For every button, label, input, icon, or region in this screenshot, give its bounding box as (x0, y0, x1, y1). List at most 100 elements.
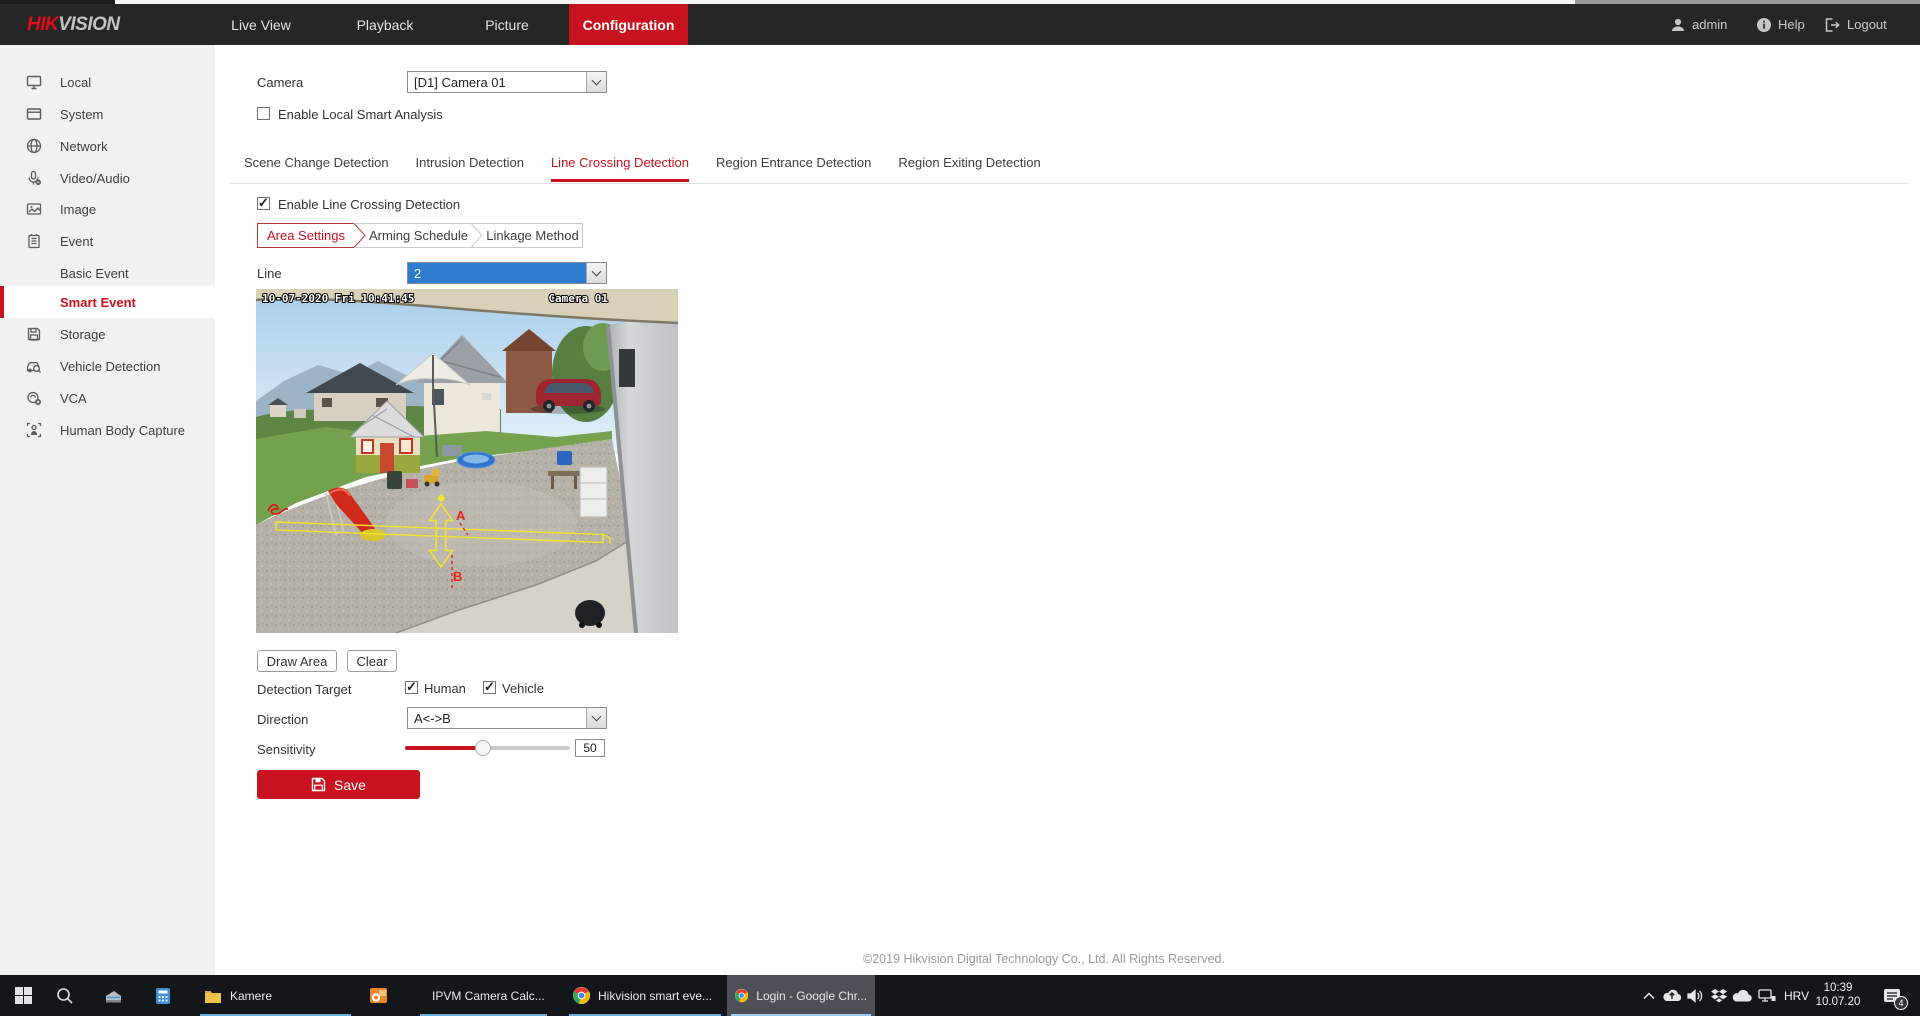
sidebar-item-basic-event[interactable]: Basic Event (0, 257, 215, 289)
nav-picture[interactable]: Picture (476, 4, 538, 45)
line-select[interactable]: 2 (407, 262, 607, 284)
sidebar-item-video-audio[interactable]: Video/Audio (0, 162, 215, 194)
label-a: A (456, 508, 466, 523)
line-label: Line (257, 266, 282, 281)
sidebar-item-storage[interactable]: Storage (0, 318, 215, 350)
nav-picture-label: Picture (485, 17, 529, 33)
sidebar-item-label: Image (60, 202, 96, 217)
outlook-app-button[interactable] (363, 975, 393, 1016)
detection-tabs: Scene Change Detection Intrusion Detecti… (244, 155, 1041, 182)
nav-configuration-label: Configuration (583, 17, 675, 33)
sidebar-item-event[interactable]: Event (0, 225, 215, 257)
vehicle-checkbox[interactable] (483, 681, 496, 694)
nav-live-view-label: Live View (231, 17, 291, 33)
tab-scene-change-detection[interactable]: Scene Change Detection (244, 155, 389, 182)
tab-intrusion-detection[interactable]: Intrusion Detection (416, 155, 524, 182)
label-b: B (453, 569, 462, 584)
sidebar-item-label: VCA (60, 391, 87, 406)
enable-line-crossing-checkbox[interactable] (257, 197, 270, 210)
picture-icon (26, 201, 42, 217)
hikvision-logo: HIKVISION (27, 4, 120, 45)
taskbar-window-label: Login - Google Chr... (756, 989, 867, 1003)
logo-part1: HIK (27, 14, 58, 36)
sidebar-item-smart-event[interactable]: Smart Event (0, 286, 215, 318)
nav-live-view[interactable]: Live View (223, 4, 299, 45)
sidebar-item-local[interactable]: Local (0, 66, 215, 98)
event-clipboard-icon (26, 233, 42, 249)
nav-playback[interactable]: Playback (348, 4, 422, 45)
taskbar-window-label: Kamere (230, 989, 272, 1003)
sidebar-item-label: Smart Event (60, 295, 136, 310)
dropdown-chevron-icon[interactable] (586, 708, 606, 728)
dropdown-chevron-icon[interactable] (586, 72, 606, 92)
taskbar-window-kamere[interactable]: Kamere (196, 975, 355, 1016)
dropbox-icon[interactable] (1707, 975, 1731, 1016)
help-label: Help (1778, 17, 1805, 32)
logo-part2: VISION (58, 14, 119, 36)
onedrive-icon[interactable] (1729, 975, 1755, 1016)
sidebar-item-image[interactable]: Image (0, 193, 215, 225)
taskbar-search-button[interactable] (50, 975, 80, 1016)
direction-select[interactable]: A<->B (407, 707, 607, 729)
human-checkbox[interactable] (405, 681, 418, 694)
help-icon (1756, 17, 1772, 36)
microphone-icon (26, 170, 42, 186)
preview-photo (256, 289, 678, 633)
camera-preview[interactable]: A B 10-07-2020 Fri 10:41:45 Camera 01 (256, 289, 678, 633)
save-button-label: Save (334, 777, 366, 793)
dropdown-chevron-icon[interactable] (586, 263, 606, 283)
tab-region-exiting-detection[interactable]: Region Exiting Detection (898, 155, 1040, 182)
system-window-icon (26, 106, 42, 122)
scanner-app-button[interactable] (98, 975, 128, 1016)
taskbar-window-ipvm[interactable]: IPVM Camera Calc... (416, 975, 551, 1016)
network-icon[interactable] (1754, 975, 1780, 1016)
tray-time: 10:39 (1812, 981, 1864, 995)
taskbar-window-hikvision[interactable]: Hikvision smart eve... (565, 975, 725, 1016)
clear-button[interactable]: Clear (347, 650, 397, 672)
parked-car (531, 379, 605, 414)
draw-area-button[interactable]: Draw Area (257, 650, 337, 672)
direction-select-value: A<->B (408, 708, 586, 728)
sidebar-item-label: System (60, 107, 103, 122)
chrome-icon (573, 987, 590, 1004)
sidebar-item-vca[interactable]: VCA (0, 382, 215, 414)
cloud-upload-icon[interactable] (1660, 975, 1684, 1016)
windows-taskbar: Kamere IPVM Camera Calc... Hikvision sma… (0, 975, 1920, 1016)
sidebar-item-vehicle-detection[interactable]: Vehicle Detection (0, 350, 215, 382)
tray-clock[interactable]: 10:39 10.07.20 (1812, 981, 1864, 1009)
sidebar-item-network[interactable]: Network (0, 130, 215, 162)
sidebar-item-human-body-capture[interactable]: Human Body Capture (0, 414, 215, 446)
sensitivity-slider-handle[interactable] (475, 740, 491, 756)
notification-center-button[interactable]: 4 (1876, 975, 1910, 1016)
sidebar-item-label: Event (60, 234, 93, 249)
tab-region-entrance-detection[interactable]: Region Entrance Detection (716, 155, 871, 182)
subtab-area-settings[interactable]: Area Settings (257, 223, 354, 248)
speaker-icon[interactable] (1684, 975, 1706, 1016)
nav-configuration[interactable]: Configuration (569, 4, 688, 45)
tray-language[interactable]: HRV (1784, 989, 1809, 1003)
sensitivity-value-input[interactable] (575, 739, 605, 757)
start-icon (15, 987, 32, 1004)
human-capture-icon (26, 422, 42, 438)
tabs-divider (230, 183, 1908, 184)
camera-select[interactable]: [D1] Camera 01 (407, 71, 607, 93)
logout-label: Logout (1847, 17, 1887, 32)
subtab-linkage-method[interactable]: Linkage Method (483, 224, 582, 247)
sidebar-item-label: Human Body Capture (60, 423, 185, 438)
scanner-app-icon (104, 986, 123, 1005)
vehicle-label: Vehicle (502, 681, 544, 696)
tab-line-crossing-detection[interactable]: Line Crossing Detection (551, 155, 689, 182)
save-button[interactable]: Save (257, 770, 420, 799)
calculator-app-button[interactable] (148, 975, 178, 1016)
enable-local-smart-analysis-checkbox[interactable] (257, 107, 270, 120)
calculator-icon (154, 987, 172, 1005)
subtab-arming-schedule[interactable]: Arming Schedule (366, 224, 471, 247)
tray-chevron-up-icon[interactable] (1638, 975, 1660, 1016)
taskbar-window-login-chrome[interactable]: Login - Google Chr... (727, 975, 875, 1016)
notification-badge: 4 (1894, 996, 1908, 1010)
sidebar-item-label: Vehicle Detection (60, 359, 160, 374)
sidebar-item-system[interactable]: System (0, 98, 215, 130)
start-button[interactable] (8, 975, 38, 1016)
sidebar-item-label: Storage (60, 327, 106, 342)
sidebar-item-label: Basic Event (60, 266, 129, 281)
